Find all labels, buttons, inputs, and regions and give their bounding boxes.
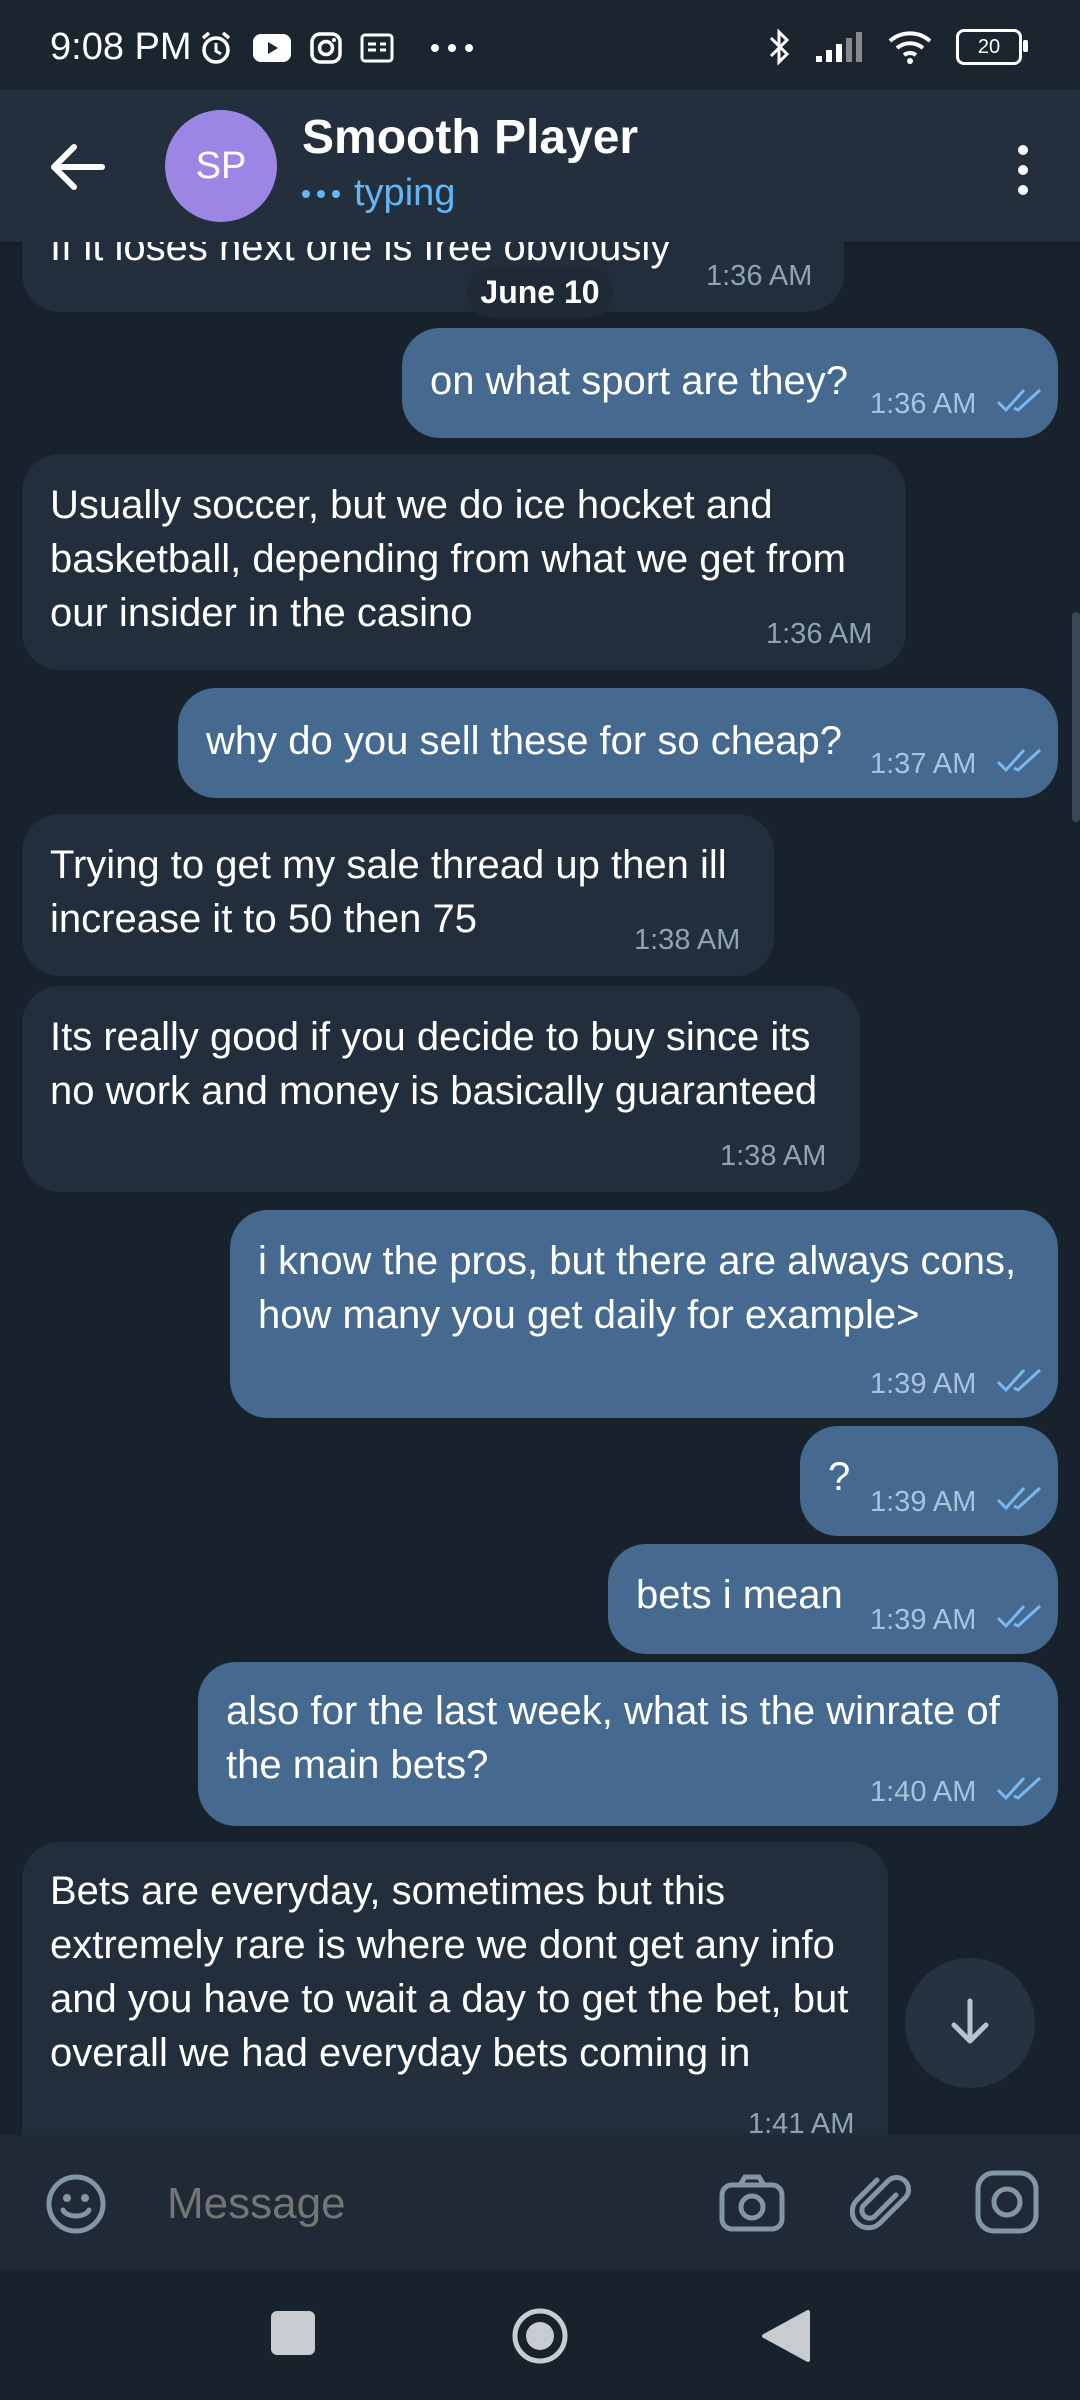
emoji-icon[interactable] — [44, 2172, 108, 2236]
nav-back-button[interactable] — [758, 2308, 818, 2364]
message-time: 1:36 AM — [766, 618, 873, 650]
message-text: ? — [828, 1455, 851, 1499]
message-outgoing[interactable]: also for the last week, what is the winr… — [198, 1662, 1058, 1826]
status-time: 9:08 PM — [50, 26, 192, 68]
arrow-down-icon — [951, 1998, 989, 2044]
avatar-initials: SP — [195, 144, 247, 187]
message-outgoing[interactable]: why do you sell these for so cheap? 1:37… — [178, 688, 1058, 798]
message-incoming[interactable]: Its really good if you decide to buy sin… — [22, 986, 860, 1192]
avatar[interactable]: SP — [165, 110, 277, 222]
message-text: Bets are everyday, sometimes but this ex… — [50, 1869, 849, 2075]
message-outgoing[interactable]: ? 1:39 AM — [800, 1426, 1058, 1536]
message-incoming[interactable]: Bets are everyday, sometimes but this ex… — [22, 1842, 888, 2135]
double-check-icon — [996, 1604, 1042, 1629]
status-bar: 9:08 PM 20 — [0, 0, 1080, 90]
message-time: 1:36 AM — [870, 388, 977, 420]
more-options-icon[interactable] — [988, 130, 1058, 210]
message-time: 1:38 AM — [634, 924, 741, 956]
double-check-icon — [996, 388, 1042, 413]
message-time: 1:39 AM — [870, 1604, 977, 1636]
message-text: i know the pros, but there are always co… — [258, 1239, 1017, 1337]
double-check-icon — [996, 1486, 1042, 1511]
instagram-share-icon[interactable] — [974, 2169, 1040, 2235]
message-time: 1:40 AM — [870, 1776, 977, 1808]
system-nav-bar — [0, 2270, 1080, 2400]
double-check-icon — [996, 1776, 1042, 1801]
scrollbar[interactable] — [1072, 612, 1080, 822]
message-time: 1:39 AM — [870, 1368, 977, 1400]
message-incoming[interactable]: Trying to get my sale thread up then ill… — [22, 814, 774, 976]
attach-icon[interactable] — [850, 2169, 914, 2237]
message-input[interactable] — [165, 2173, 669, 2235]
double-check-icon — [996, 748, 1042, 773]
message-outgoing[interactable]: i know the pros, but there are always co… — [230, 1210, 1058, 1418]
status-text: typing — [354, 172, 456, 214]
chat-header: SP Smooth Player typing — [0, 90, 1080, 242]
message-text: on what sport are they? — [430, 359, 849, 403]
recents-button[interactable] — [271, 2311, 315, 2355]
message-text: Usually soccer, but we do ice hocket and… — [50, 483, 846, 635]
battery-icon: 20 — [956, 29, 1028, 65]
message-text: Trying to get my sale thread up then ill… — [50, 843, 727, 941]
message-time: 1:37 AM — [870, 748, 977, 780]
typing-indicator-icon — [302, 189, 340, 198]
instagram-icon — [310, 32, 342, 64]
wifi-icon — [888, 31, 932, 64]
scroll-to-bottom-button[interactable] — [905, 1958, 1035, 2088]
chat-title[interactable]: Smooth Player — [302, 110, 638, 165]
message-time: 1:36 AM — [706, 260, 813, 292]
message-time: 1:38 AM — [720, 1140, 827, 1172]
message-list[interactable]: If it loses next one is free obviously 1… — [0, 242, 1080, 2135]
message-composer — [0, 2135, 1080, 2270]
alarm-icon — [201, 31, 231, 64]
message-outgoing[interactable]: on what sport are they? 1:36 AM — [402, 328, 1058, 438]
signal-icon — [816, 32, 862, 62]
message-time: 1:41 AM — [748, 2108, 855, 2135]
message-outgoing[interactable]: bets i mean 1:39 AM — [608, 1544, 1058, 1654]
battery-level: 20 — [977, 35, 1001, 58]
message-text: why do you sell these for so cheap? — [206, 719, 842, 763]
date-separator: June 10 — [466, 266, 614, 318]
home-button[interactable] — [510, 2306, 570, 2366]
date-label: June 10 — [480, 273, 600, 310]
camera-icon[interactable] — [718, 2169, 786, 2237]
message-text: bets i mean — [636, 1573, 843, 1617]
chat-status: typing — [302, 172, 455, 215]
double-check-icon — [996, 1368, 1042, 1393]
message-text: Its really good if you decide to buy sin… — [50, 1015, 818, 1113]
bluetooth-icon — [769, 28, 790, 66]
youtube-icon — [253, 34, 291, 62]
message-incoming[interactable]: Usually soccer, but we do ice hocket and… — [22, 454, 906, 670]
more-dots-icon — [431, 44, 473, 52]
message-time: 1:39 AM — [870, 1486, 977, 1518]
gallery-icon — [360, 33, 394, 63]
message-incoming[interactable]: If it loses next one is free obviously 1… — [22, 242, 844, 312]
back-arrow-icon[interactable] — [42, 132, 112, 202]
